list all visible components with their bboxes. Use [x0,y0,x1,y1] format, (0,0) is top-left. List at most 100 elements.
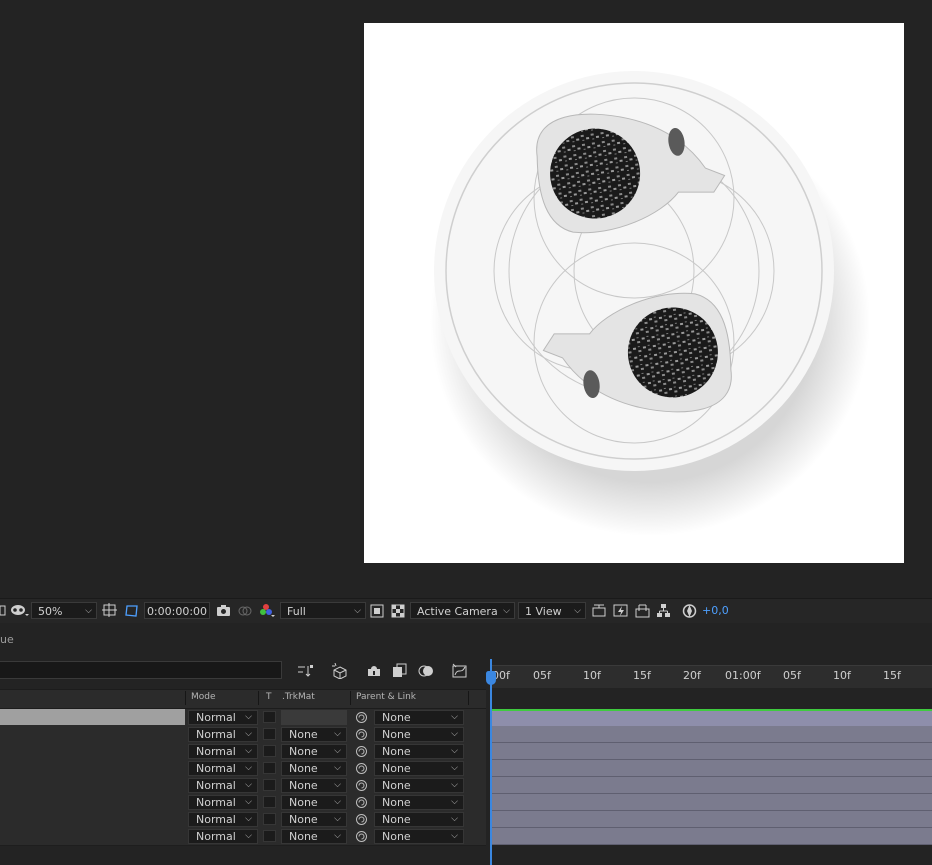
mode-column-header[interactable]: Mode [191,692,216,702]
preserve-transparency-checkbox[interactable] [263,728,276,740]
comp-flowchart-icon[interactable] [656,603,672,619]
blend-mode-dropdown[interactable]: Normal ⌵ [188,727,258,742]
pick-whip-icon[interactable] [355,813,368,826]
parent-dropdown[interactable]: None ⌵ [374,761,464,776]
pick-whip-icon[interactable] [355,779,368,792]
layer-name-cell[interactable] [0,709,185,725]
frame-blending-icon[interactable] [392,663,408,679]
transparency-grid-icon[interactable] [390,603,406,619]
camera-snapshot-icon[interactable] [216,603,232,619]
track-matte-dropdown[interactable]: None ⌵ [281,727,347,742]
trkmat-column-header[interactable]: .TrkMat [282,692,315,702]
reset-exposure-icon[interactable] [682,603,698,619]
parent-dropdown[interactable]: None ⌵ [374,778,464,793]
layer-duration-bar[interactable] [492,794,932,811]
view-layout-dropdown[interactable]: 1 View ⌵ [518,602,586,619]
mask-visibility-icon[interactable] [9,603,29,619]
track-matte-dropdown[interactable]: None ⌵ [281,795,347,810]
blend-mode-dropdown[interactable]: Normal ⌵ [188,710,258,725]
region-of-interest-icon[interactable] [369,603,385,619]
t-column-header[interactable]: T [266,692,272,702]
pick-whip-icon[interactable] [355,796,368,809]
layer-row[interactable]: Normal ⌵ None ⌵ None ⌵ [0,828,486,846]
timeline-tab-label[interactable]: ue [0,633,14,646]
pick-whip-icon[interactable] [355,728,368,741]
layer-name-cell[interactable] [0,777,185,793]
layer-duration-bar[interactable] [492,760,932,777]
layer-duration-bar[interactable] [492,777,932,794]
timeline-icon[interactable] [635,603,651,619]
mask-path-icon[interactable] [124,603,140,619]
blend-mode-dropdown[interactable]: Normal ⌵ [188,761,258,776]
track-matte-dropdown[interactable]: None ⌵ [281,829,347,844]
camera-dropdown[interactable]: Active Camera ⌵ [410,602,515,619]
current-time-field[interactable]: 0:00:00:00 [144,602,210,619]
resolution-dropdown[interactable]: Full ⌵ [280,602,366,619]
blend-mode-dropdown[interactable]: Normal ⌵ [188,812,258,827]
layer-row[interactable]: Normal ⌵ None ⌵ None ⌵ [0,811,486,829]
layer-duration-bar[interactable] [492,811,932,828]
layer-duration-bar[interactable] [492,828,932,845]
preserve-transparency-checkbox[interactable] [263,796,276,808]
playhead-line[interactable] [490,659,492,865]
parent-dropdown[interactable]: None ⌵ [374,727,464,742]
layer-duration-bar[interactable] [492,743,932,760]
layer-row[interactable]: Normal ⌵ None ⌵ None ⌵ [0,726,486,744]
parent-link-column-header[interactable]: Parent & Link [356,692,416,702]
layer-name-cell[interactable] [0,811,185,827]
composition-canvas[interactable] [364,23,904,563]
layer-row[interactable]: Normal ⌵ None ⌵ None ⌵ [0,794,486,812]
column-divider[interactable] [258,691,259,705]
track-matte-dropdown[interactable]: None ⌵ [281,812,347,827]
preserve-transparency-checkbox[interactable] [263,762,276,774]
blend-mode-dropdown[interactable]: Normal ⌵ [188,829,258,844]
pick-whip-icon[interactable] [355,745,368,758]
layer-row[interactable]: Normal ⌵ None ⌵ None ⌵ [0,743,486,761]
parent-dropdown[interactable]: None ⌵ [374,710,464,725]
exposure-value[interactable]: +0,0 [702,602,729,619]
parent-dropdown[interactable]: None ⌵ [374,795,464,810]
fast-previews-icon[interactable] [613,603,629,619]
layer-name-cell[interactable] [0,794,185,810]
parent-dropdown[interactable]: None ⌵ [374,744,464,759]
blend-mode-dropdown[interactable]: Normal ⌵ [188,778,258,793]
parent-dropdown[interactable]: None ⌵ [374,829,464,844]
toggle-pixel-aspect-icon[interactable] [591,603,607,619]
time-ruler[interactable]: 00f 05f 10f 15f 20f 01:00f 05f 10f 15f [486,659,932,689]
blend-mode-dropdown[interactable]: Normal ⌵ [188,795,258,810]
column-divider[interactable] [185,691,186,705]
preserve-transparency-checkbox[interactable] [263,711,276,723]
shy-layers-icon[interactable] [366,663,382,679]
preserve-transparency-checkbox[interactable] [263,745,276,757]
layer-row[interactable]: Normal ⌵ None ⌵ [0,709,486,727]
toggle-region-icon[interactable] [0,603,6,619]
draft-3d-icon[interactable] [332,662,348,680]
comp-mini-flowchart-icon[interactable] [297,663,313,679]
layer-row[interactable]: Normal ⌵ None ⌵ None ⌵ [0,777,486,795]
zoom-dropdown[interactable]: 50% ⌵ [31,602,97,619]
pick-whip-icon[interactable] [355,830,368,843]
preserve-transparency-checkbox[interactable] [263,813,276,825]
motion-blur-icon[interactable] [418,663,434,679]
layer-name-cell[interactable] [0,726,185,742]
title-action-safe-icon[interactable] [102,603,118,619]
track-matte-dropdown[interactable]: None ⌵ [281,761,347,776]
time-ruler-scale[interactable] [490,665,932,688]
preserve-transparency-checkbox[interactable] [263,830,276,842]
layer-name-cell[interactable] [0,743,185,759]
track-matte-dropdown[interactable]: None ⌵ [281,744,347,759]
layer-search-input[interactable] [0,661,282,679]
layer-name-cell[interactable] [0,760,185,776]
graph-editor-icon[interactable] [452,663,468,679]
layer-name-cell[interactable] [0,828,185,844]
track-matte-dropdown[interactable]: None ⌵ [281,778,347,793]
blend-mode-dropdown[interactable]: Normal ⌵ [188,744,258,759]
layer-row[interactable]: Normal ⌵ None ⌵ None ⌵ [0,760,486,778]
pick-whip-icon[interactable] [355,711,368,724]
column-divider[interactable] [468,691,469,705]
current-time-indicator[interactable] [486,671,496,685]
preserve-transparency-checkbox[interactable] [263,779,276,791]
layer-duration-bar[interactable] [492,726,932,743]
parent-dropdown[interactable]: None ⌵ [374,812,464,827]
pick-whip-icon[interactable] [355,762,368,775]
